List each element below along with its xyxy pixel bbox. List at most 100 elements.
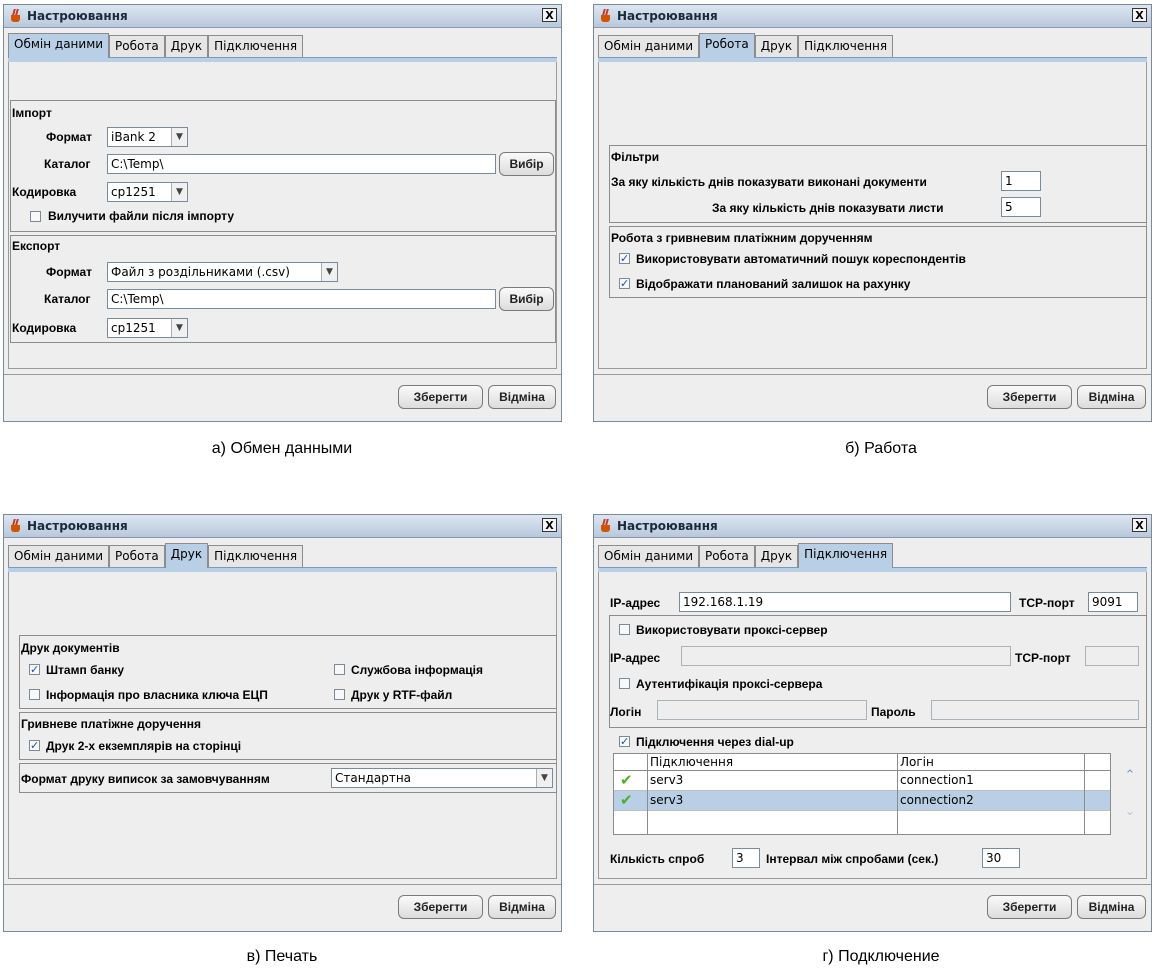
close-icon[interactable]: X (542, 518, 557, 532)
tab-work[interactable]: Робота (699, 545, 755, 567)
cancel-button[interactable]: Відміна (1077, 385, 1146, 409)
cancel-button[interactable]: Відміна (488, 385, 556, 409)
import-browse-button[interactable]: Вибір (499, 152, 554, 176)
java-cup-icon (599, 519, 613, 533)
table-row-selected[interactable]: ✔ serv3 connection2 (614, 791, 1110, 810)
tab-bar: Обмін даними Робота Друк Підключення (598, 543, 894, 568)
tab-work[interactable]: Робота (699, 33, 755, 58)
letters-days-label: За яку кількість днів показувати листи (712, 201, 944, 215)
column-header-login[interactable]: Логін (900, 754, 934, 770)
checkmark-icon: ✔ (620, 791, 633, 809)
tab-print[interactable]: Друк (164, 543, 209, 568)
ip-input[interactable]: 192.168.1.19 (679, 592, 1011, 612)
table-row[interactable]: ✔ serv3 connection1 (614, 771, 1110, 790)
export-catalog-label: Каталог (44, 292, 91, 306)
export-title: Експорт (12, 239, 61, 253)
column-header-connection[interactable]: Підключення (650, 754, 733, 770)
import-catalog-input[interactable]: C:\Temp\ (107, 154, 496, 174)
auto-search-checkbox[interactable]: ✓ (619, 253, 630, 264)
save-button[interactable]: Зберегти (398, 895, 483, 919)
window-title: Настроювання (27, 519, 128, 533)
proxy-password-input[interactable] (931, 700, 1139, 720)
print-to-rtf-label: Друк у RTF-файл (351, 688, 453, 702)
planned-balance-checkbox[interactable]: ✓ (619, 278, 630, 289)
tab-exchange[interactable]: Обмін даними (598, 545, 700, 567)
print-payment-title: Гривневе платіжне доручення (21, 717, 202, 731)
chevron-down-icon: ▼ (171, 183, 187, 201)
settings-window-exchange: Настроювання X Обмін даними Робота Друк … (3, 4, 562, 422)
export-format-select[interactable]: Файл з роздільниками (.csv) ▼ (107, 262, 338, 282)
row-login: connection1 (900, 773, 974, 787)
bank-stamp-label: Штамп банку (46, 663, 125, 677)
key-owner-info-checkbox[interactable] (29, 689, 40, 700)
caption-work: б) Работа (845, 440, 917, 457)
letters-days-input[interactable]: 5 (1001, 197, 1041, 217)
footer-separator (594, 884, 1151, 885)
executed-days-input[interactable]: 1 (1001, 171, 1041, 191)
interval-input[interactable]: 30 (982, 848, 1020, 868)
settings-window-work: Настроювання X Обмін даними Робота Друк … (593, 4, 1152, 422)
tab-exchange[interactable]: Обмін даними (598, 35, 700, 57)
import-format-label: Формат (46, 130, 93, 144)
proxy-login-input[interactable] (657, 700, 867, 720)
close-icon[interactable]: X (542, 8, 557, 22)
import-format-select[interactable]: iBank 2 ▼ (107, 127, 188, 147)
row-connection: serv3 (650, 793, 684, 807)
arrow-up-icon[interactable]: ⌃ (1122, 769, 1138, 783)
settings-window-print: Настроювання X Обмін даними Робота Друк … (3, 514, 562, 932)
tab-connection[interactable]: Підключення (208, 545, 304, 567)
tab-exchange[interactable]: Обмін даними (8, 33, 110, 58)
caption-connection: г) Подключение (822, 948, 940, 965)
export-encoding-select[interactable]: cp1251 ▼ (107, 318, 188, 338)
payment-order-title: Робота з гривневим платіжним дорученням (611, 231, 873, 245)
attempts-label: Кількість спроб (610, 852, 705, 866)
close-icon[interactable]: X (1132, 518, 1147, 532)
arrow-down-icon[interactable]: ⌄ (1122, 805, 1138, 819)
ip-label: IP-адрес (610, 596, 661, 610)
tab-work[interactable]: Робота (109, 35, 165, 57)
tab-connection[interactable]: Підключення (208, 35, 304, 57)
key-owner-info-label: Інформація про власника ключа ЕЦП (46, 688, 268, 702)
tab-connection[interactable]: Підключення (798, 543, 894, 568)
cancel-button[interactable]: Відміна (488, 895, 556, 919)
proxy-auth-label: Аутентифікація проксі-сервера (636, 677, 823, 691)
export-browse-button[interactable]: Вибір (499, 287, 554, 311)
statement-format-select[interactable]: Стандартна ▼ (331, 768, 553, 788)
export-catalog-input[interactable]: C:\Temp\ (107, 289, 496, 309)
tab-connection[interactable]: Підключення (798, 35, 894, 57)
proxy-ip-input[interactable] (681, 646, 1011, 666)
proxy-port-label: TCP-порт (1015, 651, 1071, 665)
import-encoding-select[interactable]: cp1251 ▼ (107, 182, 188, 202)
save-button[interactable]: Зберегти (987, 385, 1072, 409)
cancel-button[interactable]: Відміна (1077, 895, 1146, 919)
settings-window-connection: Настроювання X Обмін даними Робота Друк … (593, 514, 1152, 932)
two-copies-label: Друк 2-х екземплярів на сторінці (46, 739, 242, 753)
tab-bar: Обмін даними Робота Друк Підключення (8, 33, 304, 58)
tab-work[interactable]: Робота (109, 545, 165, 567)
tab-print[interactable]: Друк (754, 35, 799, 57)
attempts-input[interactable]: 3 (732, 848, 760, 868)
bank-stamp-checkbox[interactable]: ✓ (29, 664, 40, 675)
save-button[interactable]: Зберегти (987, 895, 1072, 919)
tab-exchange[interactable]: Обмін даними (8, 545, 110, 567)
proxy-auth-checkbox[interactable] (619, 678, 630, 689)
port-input[interactable]: 9091 (1088, 592, 1138, 612)
statement-format-label: Формат друку виписок за замовчуванням (21, 772, 270, 786)
dialup-checkbox[interactable]: ✓ (619, 736, 630, 747)
print-to-rtf-checkbox[interactable] (334, 689, 345, 700)
use-proxy-checkbox[interactable] (619, 624, 630, 635)
two-copies-checkbox[interactable]: ✓ (29, 740, 40, 751)
delete-after-import-checkbox[interactable] (30, 211, 41, 222)
close-icon[interactable]: X (1132, 8, 1147, 22)
service-info-checkbox[interactable] (334, 664, 345, 675)
save-button[interactable]: Зберегти (398, 385, 483, 409)
proxy-port-input[interactable] (1085, 646, 1139, 666)
import-catalog-label: Каталог (44, 157, 91, 171)
use-proxy-label: Використовувати проксі-сервер (636, 623, 828, 637)
tab-print[interactable]: Друк (164, 35, 209, 57)
chevron-down-icon: ▼ (536, 769, 552, 787)
checkmark-icon: ✔ (620, 771, 633, 789)
tab-bar: Обмін даними Робота Друк Підключення (8, 543, 304, 568)
tab-print[interactable]: Друк (754, 545, 799, 567)
window-title: Настроювання (27, 9, 128, 23)
